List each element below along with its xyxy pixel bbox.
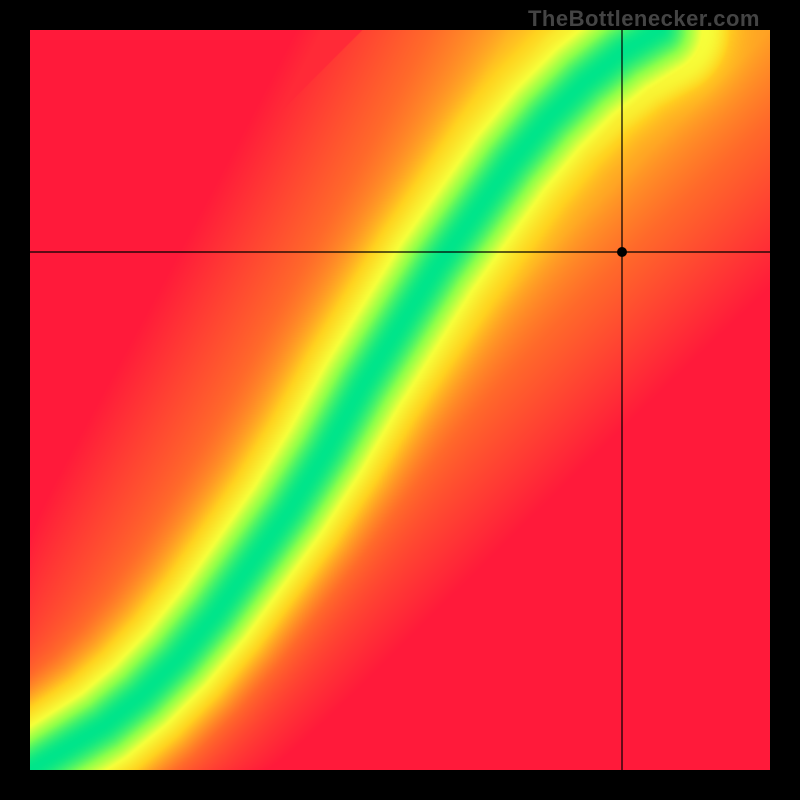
watermark-text: TheBottlenecker.com <box>528 6 760 32</box>
heatmap-canvas <box>30 30 770 770</box>
heatmap-plot <box>30 30 770 770</box>
chart-frame: TheBottlenecker.com <box>0 0 800 800</box>
